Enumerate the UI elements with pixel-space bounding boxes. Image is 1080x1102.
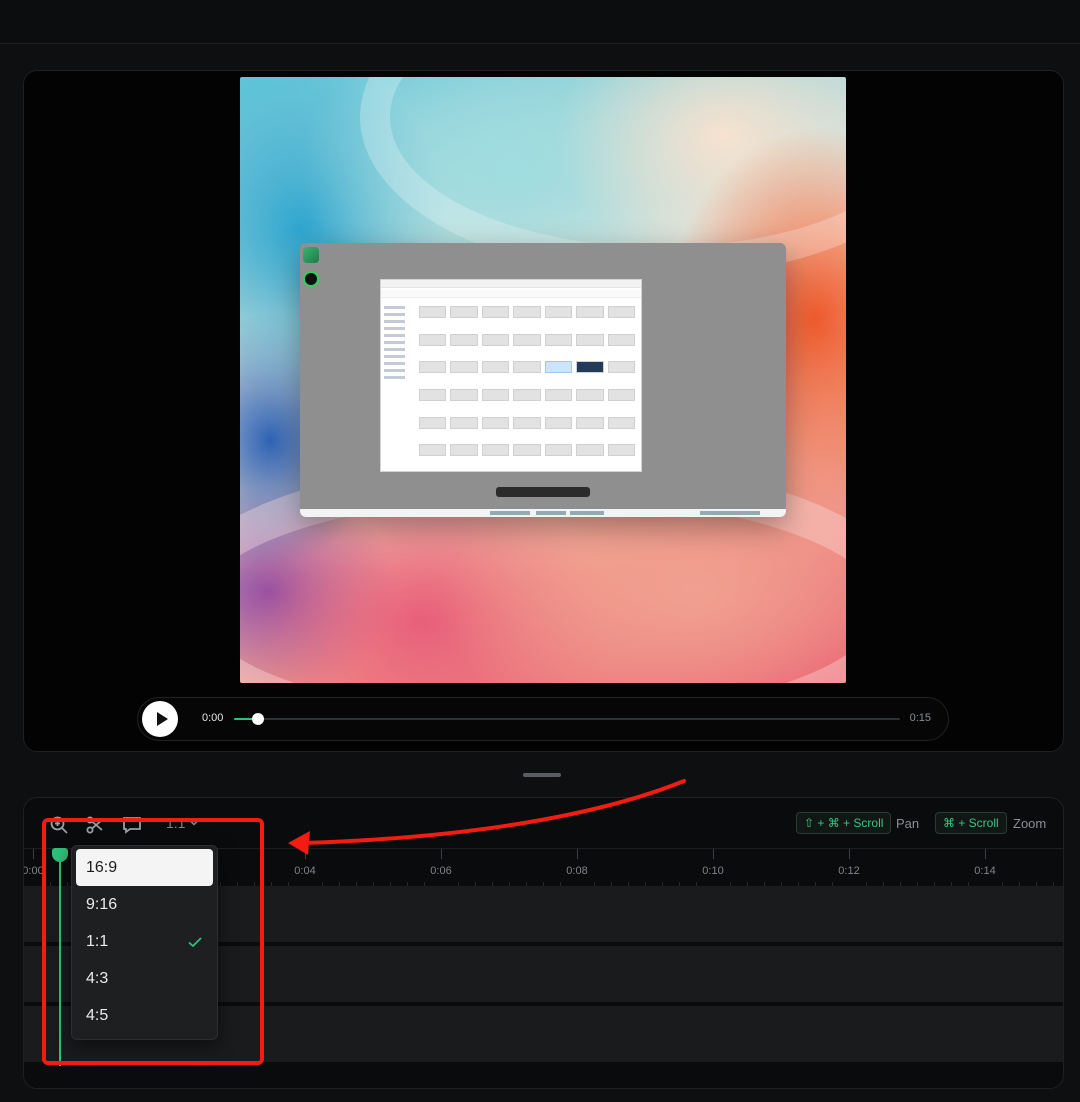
- recorder-control-dock: [496, 487, 590, 497]
- play-button[interactable]: [142, 701, 178, 737]
- ruler-tick: [305, 849, 306, 859]
- zoom-shortcut-label: Zoom: [1013, 816, 1047, 831]
- playhead-line: [59, 854, 61, 1066]
- ruler-tick-label: 0:08: [566, 865, 588, 877]
- ruler-tick-label: 0:00: [23, 865, 44, 877]
- zoom-icon[interactable]: [48, 814, 70, 836]
- explorer-file-grid: [419, 306, 635, 466]
- ruler-tick-label: 0:06: [430, 865, 452, 877]
- current-time: 0:00: [202, 712, 224, 724]
- ruler-tick: [849, 849, 850, 859]
- play-icon: [156, 712, 168, 726]
- seek-bar-handle[interactable]: [251, 713, 264, 725]
- aspect-ratio-option-label: 9:16: [86, 896, 118, 913]
- panel-resize-handle[interactable]: [523, 773, 561, 777]
- video-preview-canvas[interactable]: [240, 77, 846, 683]
- aspect-ratio-option[interactable]: 9:16: [76, 886, 213, 923]
- chevron-down-icon: [190, 820, 199, 826]
- top-bar: [0, 0, 1080, 44]
- recorded-file-explorer-window: [380, 279, 642, 472]
- aspect-ratio-option[interactable]: 16:9: [76, 849, 213, 886]
- player-controls: 0:00 0:15: [137, 697, 949, 741]
- explorer-nav-pane: [384, 302, 414, 462]
- pan-shortcut-keys: ⇧ + ⌘ + Scroll: [796, 812, 892, 834]
- check-icon: [188, 937, 202, 948]
- scissors-icon[interactable]: [84, 814, 106, 836]
- aspect-ratio-button[interactable]: 1:1: [166, 815, 199, 831]
- zoom-shortcut-keys: ⌘ + Scroll: [935, 812, 1007, 834]
- aspect-ratio-option-label: 4:3: [86, 970, 109, 987]
- timeline-toolbar: 1:1 ⇧ + ⌘ + Scroll Pan ⌘ + Scroll Zoom: [24, 798, 1063, 848]
- aspect-ratio-menu: 16:9 9:16 1:1 4:3 4:5: [71, 845, 218, 1040]
- aspect-ratio-value: 1:1: [166, 815, 186, 831]
- ruler-tick: [33, 849, 34, 859]
- ruler-tick: [441, 849, 442, 859]
- explorer-titlebar: [381, 280, 641, 288]
- aspect-ratio-option-label: 1:1: [86, 933, 109, 950]
- ruler-tick: [577, 849, 578, 859]
- aspect-ratio-option-label: 4:5: [86, 1007, 109, 1024]
- duration: 0:15: [909, 712, 931, 724]
- desktop-app-icon: [303, 271, 319, 287]
- aspect-ratio-option[interactable]: 1:1: [76, 923, 213, 960]
- ruler-tick: [713, 849, 714, 859]
- pan-shortcut-label: Pan: [896, 816, 920, 831]
- ruler-tick-label: 0:10: [702, 865, 724, 877]
- explorer-address-bar: [381, 290, 641, 298]
- recorded-desktop-frame: [300, 243, 786, 517]
- caption-icon[interactable]: [121, 814, 143, 836]
- seek-bar[interactable]: [234, 713, 900, 725]
- aspect-ratio-option[interactable]: 4:5: [76, 997, 213, 1034]
- ruler-tick-label: 0:14: [974, 865, 996, 877]
- recorded-taskbar: [300, 509, 786, 517]
- aspect-ratio-option-label: 16:9: [86, 859, 118, 876]
- ruler-tick: [985, 849, 986, 859]
- aspect-ratio-option[interactable]: 4:3: [76, 960, 213, 997]
- ruler-tick-label: 0:12: [838, 865, 860, 877]
- desktop-app-icon: [303, 247, 319, 263]
- ruler-tick-label: 0:04: [294, 865, 316, 877]
